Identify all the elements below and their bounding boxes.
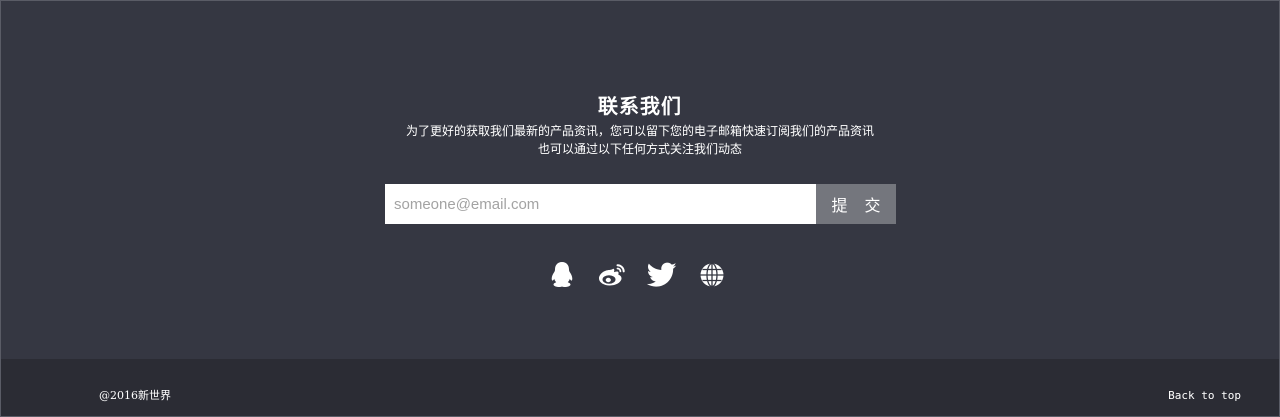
submit-button[interactable]: 提 交 [816,184,896,224]
twitter-icon[interactable] [646,260,678,290]
globe-icon[interactable] [696,260,728,290]
email-input[interactable] [385,184,816,224]
subscribe-form: 提 交 [385,184,896,224]
qq-icon[interactable] [546,260,578,290]
section-description-line2: 也可以通过以下任何方式关注我们动态 [537,142,742,156]
copyright-text: @2016新世界 [99,389,171,402]
section-description-line1: 为了更好的获取我们最新的产品资讯，您可以留下您的电子邮箱快速订阅我们的产品资讯 [405,124,874,138]
section-title: 联系我们 [598,94,682,118]
weibo-icon[interactable] [596,260,628,290]
contact-section: 联系我们 为了更好的获取我们最新的产品资讯，您可以留下您的电子邮箱快速订阅我们的… [1,1,1279,359]
footer: @2016新世界 Back to top [1,359,1279,416]
back-to-top-link[interactable]: Back to top [1168,389,1241,402]
page: 联系我们 为了更好的获取我们最新的产品资讯，您可以留下您的电子邮箱快速订阅我们的… [0,0,1280,417]
social-links [546,260,728,290]
